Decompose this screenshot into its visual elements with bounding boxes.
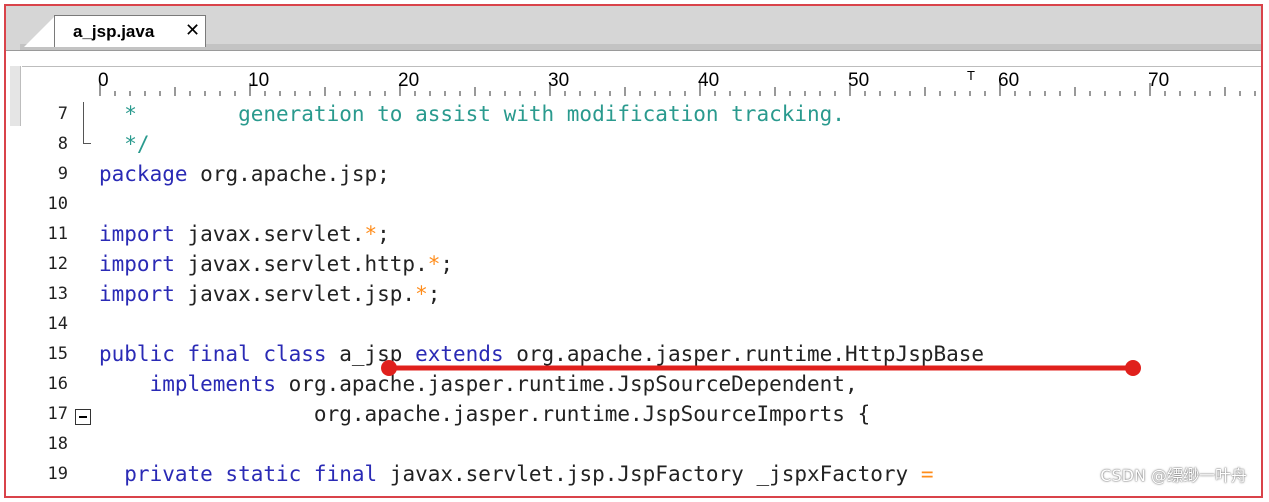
code-line: import javax.servlet.jsp.*; — [99, 279, 440, 309]
code-editor[interactable]: * generation to assist with modification… — [92, 96, 1261, 496]
code-token: org.apache.jsp; — [187, 162, 390, 186]
code-token: ; — [427, 282, 441, 306]
ruler-corner — [10, 66, 21, 126]
ruler-label: 60 — [998, 70, 1019, 91]
line-number: 13 — [47, 284, 68, 304]
fold-collapse-icon[interactable] — [75, 409, 91, 425]
code-token: a_jsp — [326, 342, 416, 366]
tab-bar-shadow — [20, 44, 1261, 50]
line-number: 9 — [57, 164, 68, 184]
code-token: org.apache.jasper.runtime.HttpJspBase — [503, 342, 985, 366]
watermark: CSDN @缥缈一叶舟 — [1100, 466, 1247, 485]
close-icon[interactable]: ✕ — [185, 20, 200, 42]
ruler-graphic: 0 10 20 30 40 50 60 70 T — [98, 68, 1256, 97]
keyword-token: import — [99, 252, 175, 276]
tab-label: a_jsp.java — [73, 22, 155, 41]
keyword-token: import — [99, 222, 175, 246]
comment-token: */ — [99, 132, 150, 156]
ruler-label: 20 — [398, 70, 419, 91]
code-line: implements org.apache.jasper.runtime.Jsp… — [99, 369, 858, 399]
fold-guide-line — [83, 102, 84, 144]
editor-window: a_jsp.java ✕ 0 10 20 30 40 50 60 70 T * generati… — [4, 4, 1263, 498]
code-token: javax.servlet.http. — [174, 252, 428, 276]
code-token: org.apache.jasper.runtime.JspSourceImpor… — [99, 402, 871, 426]
line-number: 12 — [47, 254, 68, 274]
code-token: ; — [377, 222, 390, 246]
tab-slant — [24, 15, 56, 47]
line-number: 19 — [47, 464, 68, 484]
line-number: 7 — [57, 104, 68, 124]
code-line: org.apache.jasper.runtime.JspSourceImpor… — [99, 399, 870, 429]
code-line: private static final javax.servlet.jsp.J… — [99, 459, 933, 489]
code-line: public final class a_jsp extends org.apa… — [99, 339, 984, 369]
operator-token: * — [415, 282, 428, 306]
operator-token: = — [920, 462, 934, 486]
ruler-label: 40 — [698, 70, 719, 91]
ruler-label: 30 — [548, 70, 569, 91]
code-token: javax.servlet.jsp. — [174, 282, 416, 306]
code-line: import javax.servlet.http.*; — [99, 249, 453, 279]
ruler-label: 0 — [98, 70, 109, 91]
code-token: javax.servlet. — [174, 222, 365, 246]
code-line: package org.apache.jsp; — [99, 159, 390, 189]
ruler-label: 10 — [248, 70, 269, 91]
keyword-token: import — [99, 282, 175, 306]
line-number: 18 — [47, 434, 68, 454]
column-ruler: 0 10 20 30 40 50 60 70 T — [22, 66, 1261, 97]
line-number: 11 — [47, 224, 68, 244]
keyword-token: package — [99, 162, 188, 186]
keyword-token: public final class — [99, 342, 327, 366]
ruler-cursor-marker: T — [967, 68, 975, 83]
keyword-token: extends — [415, 342, 504, 366]
ruler-label: 70 — [1148, 70, 1169, 91]
code-line: * generation to assist with modification… — [99, 99, 845, 129]
line-number: 8 — [57, 134, 68, 154]
fold-guide-end — [83, 143, 91, 144]
code-token: javax.servlet.jsp.JspFactory _jspxFactor… — [377, 462, 921, 486]
keyword-token: private static final — [99, 462, 378, 486]
code-line: */ — [99, 129, 150, 159]
keyword-token: implements — [99, 372, 277, 396]
comment-token: * generation to assist with modification… — [99, 102, 845, 126]
code-line: import javax.servlet.*; — [99, 219, 390, 249]
line-number: 15 — [47, 344, 68, 364]
code-token: org.apache.jasper.runtime.JspSourceDepen… — [276, 372, 858, 396]
operator-token: * — [427, 252, 441, 276]
line-number: 16 — [47, 374, 68, 394]
tab-a-jsp-java[interactable]: a_jsp.java ✕ — [54, 15, 206, 47]
line-number: 17 — [47, 404, 68, 424]
tab-bar: a_jsp.java ✕ — [6, 6, 1261, 51]
line-number: 10 — [47, 194, 68, 214]
operator-token: * — [364, 222, 378, 246]
code-token: ; — [440, 252, 454, 276]
ruler-label: 50 — [848, 70, 869, 91]
line-number: 14 — [47, 314, 68, 334]
